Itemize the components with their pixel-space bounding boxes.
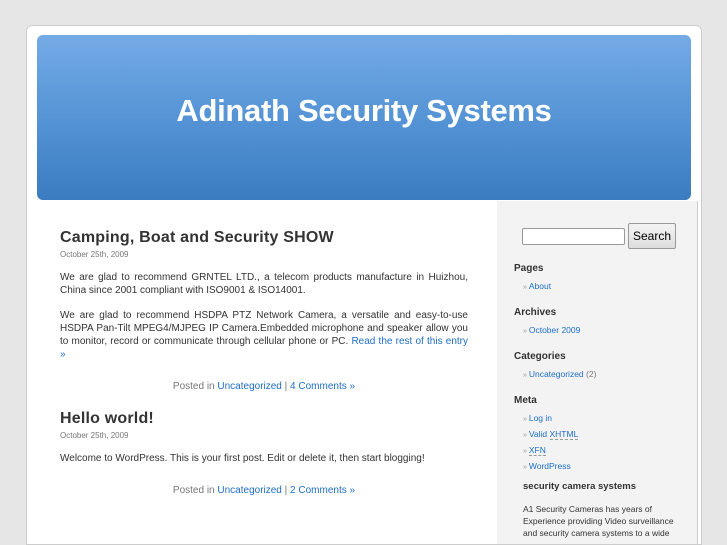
widget-text: A1 Security Cameras has years of Experie… bbox=[523, 504, 674, 538]
category-link[interactable]: Uncategorized bbox=[217, 485, 281, 496]
meta-item: Valid XHTML bbox=[523, 429, 684, 441]
page-container: Adinath Security Systems Camping, Boat a… bbox=[26, 25, 702, 545]
category-link[interactable]: Uncategorized bbox=[529, 369, 584, 379]
category-count: (2) bbox=[586, 369, 597, 379]
category-item: Uncategorized (2) bbox=[523, 369, 684, 381]
archive-link[interactable]: October 2009 bbox=[529, 325, 581, 335]
meta-item: Log in bbox=[523, 413, 684, 425]
valid-xhtml-link[interactable]: Valid XHTML bbox=[528, 429, 579, 440]
post-title[interactable]: Hello world! bbox=[60, 410, 468, 428]
xhtml-abbr: XHTML bbox=[549, 429, 579, 440]
separator: | bbox=[284, 381, 288, 392]
wordpress-link[interactable]: WordPress bbox=[529, 461, 571, 471]
post-meta: Posted in Uncategorized | 2 Comments » bbox=[60, 485, 468, 496]
about-link[interactable]: About bbox=[529, 281, 551, 291]
post: Camping, Boat and Security SHOW October … bbox=[60, 229, 468, 392]
site-header: Adinath Security Systems bbox=[37, 35, 691, 200]
meta-item: XFN bbox=[523, 445, 684, 457]
meta-item: WordPress bbox=[523, 461, 684, 473]
separator: | bbox=[284, 485, 288, 496]
post-title[interactable]: Camping, Boat and Security SHOW bbox=[60, 229, 468, 247]
post-meta: Posted in Uncategorized | 4 Comments » bbox=[60, 381, 468, 392]
category-link[interactable]: Uncategorized bbox=[217, 381, 281, 392]
widget-title: security camera systems bbox=[523, 481, 637, 492]
search-form: Search bbox=[522, 223, 684, 249]
post-paragraph: We are glad to recommend GRNTEL LTD., a … bbox=[60, 272, 468, 296]
page-item: About bbox=[523, 281, 684, 293]
valid-text: Valid bbox=[528, 429, 548, 439]
search-button[interactable]: Search bbox=[628, 223, 677, 249]
search-input[interactable] bbox=[522, 227, 625, 245]
posted-in-label: Posted in bbox=[172, 381, 215, 392]
post-date: October 25th, 2009 bbox=[60, 250, 129, 259]
archives-heading: Archives bbox=[514, 307, 557, 318]
comments-link[interactable]: 4 Comments » bbox=[290, 381, 355, 392]
post-paragraph: We are glad to recommend HSDPA PTZ Netwo… bbox=[60, 309, 468, 361]
site-title[interactable]: Adinath Security Systems bbox=[37, 93, 691, 129]
meta-heading: Meta bbox=[514, 395, 537, 406]
sidebar: Search Pages About Archives October 2009… bbox=[514, 223, 684, 539]
post-date: October 25th, 2009 bbox=[60, 431, 129, 440]
comments-link[interactable]: 2 Comments » bbox=[290, 485, 355, 496]
post-paragraph: Welcome to WordPress. This is your first… bbox=[60, 453, 425, 464]
post: Hello world! October 25th, 2009 Welcome … bbox=[60, 410, 468, 496]
posted-in-label: Posted in bbox=[172, 485, 215, 496]
pages-heading: Pages bbox=[514, 263, 544, 274]
xfn-abbr: XFN bbox=[528, 445, 546, 456]
archive-item: October 2009 bbox=[523, 325, 684, 337]
text-widget: security camera systems A1 Security Came… bbox=[514, 481, 684, 539]
xfn-link[interactable]: XFN bbox=[528, 445, 546, 456]
categories-heading: Categories bbox=[514, 351, 566, 362]
login-link[interactable]: Log in bbox=[529, 413, 552, 423]
